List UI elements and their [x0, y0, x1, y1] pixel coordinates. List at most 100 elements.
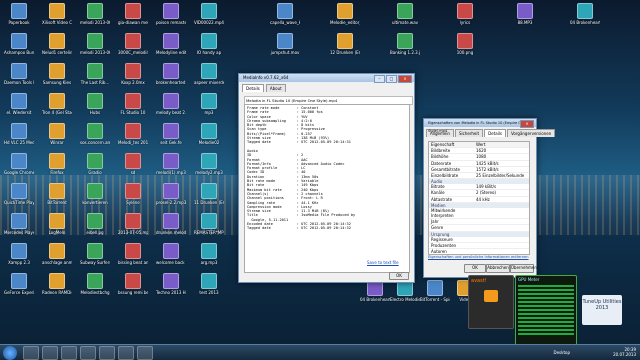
desktop-icon[interactable]: aspeer mixerdein hsi.mp3: [194, 63, 224, 85]
desktop-icon[interactable]: arg.mp3: [194, 243, 224, 265]
desktop-icon[interactable]: melodi(1).mp3: [156, 153, 186, 175]
taskbar-mediainfo-button[interactable]: [99, 345, 115, 360]
desktop-icon[interactable]: LogMeIn: [42, 213, 72, 235]
mediainfo-ok-button[interactable]: OK: [389, 272, 409, 280]
mediainfo-window[interactable]: MediaInfo v0.7.62_x64 – □ × Details About …: [238, 73, 415, 283]
taskbar-ae-button[interactable]: [80, 345, 96, 360]
desktop-icon[interactable]: anschlage anmbis: [42, 243, 72, 265]
desktop-icon[interactable]: Melodi_tes 2013-06-24...: [118, 123, 148, 145]
desktop-icon[interactable]: Sylene: [118, 183, 148, 205]
desktop-icon[interactable]: bssung remi beat.mp3: [118, 273, 148, 295]
close-button[interactable]: ×: [398, 75, 412, 83]
properties-close-button[interactable]: ×: [520, 120, 534, 128]
desktop-icon[interactable]: mp3: [194, 93, 224, 115]
maximize-button[interactable]: □: [386, 75, 397, 83]
desktop-icon[interactable]: Xampp 2.3: [4, 243, 34, 265]
desktop-icon[interactable]: 100.png: [450, 33, 480, 55]
desktop-icon[interactable]: sos.concern.am.pl: [80, 123, 110, 145]
desktop-icon[interactable]: Samsung Kies: [42, 63, 72, 85]
minimize-button[interactable]: –: [374, 75, 385, 83]
desktop-icon[interactable]: 04 Brokenhearted Melody: [570, 3, 600, 25]
desktop-icon[interactable]: brokenhearted melody.mp3: [156, 63, 186, 85]
desktop-icon[interactable]: drunken.melodi.mp3: [156, 213, 186, 235]
desktop-icon[interactable]: 2013-07-05.mp3: [118, 213, 148, 235]
desktop-icon[interactable]: jumpshut.mov: [270, 33, 300, 55]
desktop-icon[interactable]: Xilisoft Video Converter Ultimate: [42, 3, 72, 25]
desktop-icon[interactable]: IO handy ap: [194, 33, 224, 55]
desktop-icon[interactable]: Winrar: [42, 123, 72, 145]
desktop-icon[interactable]: VID00022.mp4: [194, 3, 224, 25]
tab-previous-versions[interactable]: Vorgängerversionen: [506, 129, 556, 137]
tab-security[interactable]: Sicherheit: [454, 129, 484, 137]
desktop-icon[interactable]: BitTorrent - SpicMeidTime...: [420, 280, 450, 302]
desktop-icon[interactable]: 11 Drunken (Empire One Style): [194, 183, 224, 205]
desktop-icon[interactable]: melody beat 2.0: [156, 93, 186, 115]
desktop-icon[interactable]: GeForce Experience: [4, 273, 34, 295]
start-button[interactable]: [3, 345, 17, 360]
desktop-icon[interactable]: prosel-2.2.mp3: [156, 183, 186, 205]
desktop-icon[interactable]: test 2013: [194, 273, 224, 295]
desktop-icon[interactable]: Nelud1 certelin: [42, 33, 72, 55]
gpu-meter-widget[interactable]: GPU Meter: [515, 275, 577, 347]
properties-list[interactable]: Eigenschaft Wert Bildbreite 1620 Bildhöhe 10…: [428, 141, 530, 255]
desktop-icon[interactable]: FL Studio 10: [118, 93, 148, 115]
desktop-icon[interactable]: capella_wave_kit.mid: [270, 3, 300, 25]
desktop-icon[interactable]: Tron 4 (Gel Stack): [42, 93, 72, 115]
tray-date[interactable]: 20.07.2013: [613, 352, 636, 357]
taskbar-media-player-button[interactable]: [42, 345, 58, 360]
tab-details[interactable]: Details: [484, 129, 506, 137]
desktop-icon[interactable]: Techno 2013 Hands Up(Best of 2013)...: [156, 273, 186, 295]
tuneup-widget[interactable]: TuneUp Utilities 2013: [582, 295, 622, 325]
desktop-icon[interactable]: Melodie_editor_...: [330, 3, 360, 25]
desktop-icon[interactable]: Google Chrome: [4, 153, 34, 175]
desktop-icon[interactable]: 3000C_melodi40: [118, 33, 148, 55]
desktop-icon[interactable]: Hubs: [80, 93, 110, 115]
desktop-icon[interactable]: Subway Surfers: [80, 243, 110, 265]
desktop-icon[interactable]: Melodyline edito...: [156, 33, 186, 55]
desktop-icon[interactable]: Electro Melodies by Diego Lopez.flp: [390, 280, 420, 302]
desktop-icon[interactable]: Banking 1.2.3.jpg: [390, 33, 420, 55]
header-value[interactable]: Wert: [476, 142, 485, 147]
tab-about[interactable]: About: [265, 84, 286, 92]
desktop-icon[interactable]: gia-diawan melodimel2: [118, 3, 148, 25]
mediainfo-details-text[interactable]: Frame rate mode : Constant Frame rate : …: [244, 104, 410, 273]
desktop-icon[interactable]: 04 Brokenhearted melody.mp3: [360, 280, 390, 302]
taskbar-chrome-button[interactable]: [61, 345, 77, 360]
desktop-icon[interactable]: Melodie02: [194, 123, 224, 145]
desktop-icon[interactable]: Paperbook: [4, 3, 34, 25]
desktop-icon[interactable]: BitTorrent: [42, 183, 72, 205]
desktop-icon[interactable]: QuickTime Player: [4, 183, 34, 205]
header-property[interactable]: Eigenschaft: [429, 142, 476, 147]
avast-widget[interactable]: avast!: [468, 275, 514, 329]
desktop-icon[interactable]: sd: [118, 153, 148, 175]
desktop-icon[interactable]: Firefox: [42, 153, 72, 175]
apply-button[interactable]: Übernehmen: [510, 264, 537, 273]
ok-button[interactable]: OK: [464, 264, 486, 273]
desktop-icon[interactable]: ultimate.wav: [390, 3, 420, 25]
desktop-icon[interactable]: The Last Rib...: [80, 63, 110, 85]
desktop-icon[interactable]: Gradio: [80, 153, 110, 175]
desktop-icon[interactable]: eibell.pg: [80, 213, 110, 235]
taskbar-explorer-button[interactable]: [23, 345, 39, 360]
desktop-icon[interactable]: bissing beat anfang: [118, 243, 148, 265]
save-to-text-link[interactable]: Save to text file: [367, 260, 399, 265]
cancel-button[interactable]: Abbrechen: [486, 264, 510, 273]
desktop-icon[interactable]: Ashampoo Burning Studio 2012: [4, 33, 34, 55]
desktop-icon[interactable]: el. Wiedersit: [4, 93, 34, 115]
tab-details[interactable]: Details: [242, 84, 264, 92]
desktop-icon[interactable]: Mercedes Player: [4, 213, 34, 235]
desktop-icon[interactable]: konvertieren: [80, 183, 110, 205]
desktop-icon[interactable]: seit Gek.fe: [156, 123, 186, 145]
desktop-icon[interactable]: melodi 2013-06-11 12 Dunken (Empire...: [80, 3, 110, 25]
remove-properties-link[interactable]: Eigenschaften und persönliche Informatio…: [428, 255, 529, 259]
desktop-icon[interactable]: Melodiestbchg: [80, 273, 110, 295]
property-row[interactable]: Mitwirkende Interpreten: [429, 208, 529, 220]
desktop-icon[interactable]: Radeon RAMDisk Configuration Utility: [42, 273, 72, 295]
desktop-toolbar-label[interactable]: Desktop: [554, 350, 571, 355]
desktop-icon[interactable]: 12 Drunken (Empire One Remix).mila: [330, 33, 360, 55]
taskbar-folder-button[interactable]: [137, 345, 153, 360]
desktop-icon[interactable]: Daemon Tools Lite: [4, 63, 34, 85]
desktop-icon[interactable]: lyrics: [450, 3, 480, 25]
desktop-icon[interactable]: Koxp 2.0mx: [118, 63, 148, 85]
desktop-icon[interactable]: melodi 2013-06-09: [80, 33, 110, 55]
